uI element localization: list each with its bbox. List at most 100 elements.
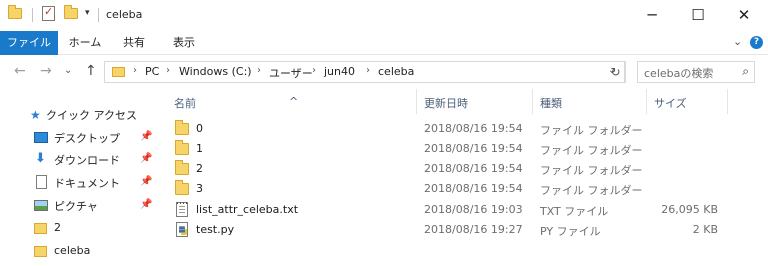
file-row-1[interactable]: 1 2018/08/16 19:54 ファイル フォルダー (166, 139, 768, 159)
file-name: 0 (196, 122, 203, 135)
file-type: TXT ファイル (540, 205, 609, 218)
folder-icon (175, 120, 189, 135)
tab-share[interactable]: 共有 (112, 31, 156, 55)
pin-icon[interactable]: 📌 (140, 199, 152, 210)
separator (98, 8, 99, 22)
folder-icon (175, 180, 189, 195)
breadcrumb-pc[interactable]: PC (145, 65, 159, 78)
pin-icon[interactable]: 📌 (140, 176, 152, 187)
download-icon: ⬇ (35, 151, 46, 166)
file-type: ファイル フォルダー (540, 164, 643, 177)
sidebar-item-label: ピクチャ (54, 200, 98, 213)
chevron-right-icon[interactable]: › (166, 65, 170, 76)
file-name: 3 (196, 182, 203, 195)
chevron-right-icon[interactable]: › (366, 65, 370, 76)
folder-icon (175, 140, 189, 155)
column-header-name[interactable]: ^ 名前 (166, 89, 416, 114)
file-date: 2018/08/16 19:54 (424, 182, 523, 195)
properties-icon[interactable] (42, 5, 55, 21)
navigation-bar: ← → ⌄ ↑ › PC › Windows (C:) › ユーザー › jun… (0, 55, 768, 89)
sidebar-item-pictures[interactable]: ピクチャ 📌 (0, 195, 158, 217)
sidebar-item-2[interactable]: 2 (0, 218, 158, 240)
file-list: ^ 名前 更新日時 種類 サイズ 0 2018/08/16 19:54 ファイル… (166, 89, 768, 266)
recent-locations-chevron-icon[interactable]: ⌄ (64, 65, 72, 76)
python-file-icon (176, 222, 188, 237)
file-row-test-py[interactable]: test.py 2018/08/16 19:27 PY ファイル 2 KB (166, 220, 768, 240)
tab-home[interactable]: ホーム (60, 31, 110, 55)
close-button[interactable]: ✕ (721, 0, 767, 30)
sidebar-item-label: 2 (54, 221, 61, 234)
file-row-3[interactable]: 3 2018/08/16 19:54 ファイル フォルダー (166, 179, 768, 199)
file-row-2[interactable]: 2 2018/08/16 19:54 ファイル フォルダー (166, 159, 768, 179)
forward-arrow-icon[interactable]: → (40, 63, 52, 79)
column-header-date[interactable]: 更新日時 (417, 89, 532, 114)
search-icon[interactable]: ⌕ (742, 64, 749, 79)
file-type: ファイル フォルダー (540, 124, 643, 137)
file-row-0[interactable]: 0 2018/08/16 19:54 ファイル フォルダー (166, 119, 768, 139)
tab-view[interactable]: 表示 (160, 31, 208, 55)
title-bar: ▾ celeba ─ ☐ ✕ (0, 0, 768, 31)
file-date: 2018/08/16 19:54 (424, 122, 523, 135)
sidebar-item-downloads[interactable]: ⬇ ダウンロード 📌 (0, 149, 158, 171)
help-icon[interactable]: ? (750, 36, 763, 49)
column-header-label: 種類 (540, 97, 562, 110)
sidebar-item-desktop[interactable]: デスクトップ 📌 (0, 127, 158, 149)
pin-icon[interactable]: 📌 (140, 131, 152, 142)
sort-ascending-icon: ^ (289, 95, 299, 108)
search-placeholder: celebaの検索 (644, 67, 714, 80)
sidebar-item-documents[interactable]: ドキュメント 📌 (0, 172, 158, 194)
sidebar-item-quick-access[interactable]: ★ クイック アクセス (0, 104, 158, 126)
back-arrow-icon[interactable]: ← (14, 63, 26, 79)
expand-ribbon-icon[interactable]: ⌄ (733, 35, 742, 48)
column-divider[interactable] (727, 89, 728, 114)
breadcrumb-celeba[interactable]: celeba (378, 65, 414, 78)
quick-access-toolbar-dropdown[interactable]: ▾ (85, 8, 90, 18)
column-header-label: サイズ (654, 97, 687, 110)
star-icon: ★ (30, 108, 41, 122)
chevron-right-icon[interactable]: › (133, 65, 137, 76)
minimize-button[interactable]: ─ (629, 0, 675, 30)
column-header-size[interactable]: サイズ (647, 89, 727, 114)
column-header-type[interactable]: 種類 (533, 89, 646, 114)
chevron-right-icon[interactable]: › (312, 65, 316, 76)
folder-icon (112, 67, 125, 77)
window-title: celeba (106, 8, 143, 21)
search-input[interactable]: celebaの検索 ⌕ (637, 61, 755, 83)
sidebar-item-label: ダウンロード (54, 154, 120, 167)
file-date: 2018/08/16 19:54 (424, 162, 523, 175)
folder-icon (34, 246, 47, 257)
file-type: PY ファイル (540, 225, 601, 238)
new-folder-icon[interactable] (64, 5, 78, 19)
chevron-right-icon[interactable]: › (257, 65, 261, 76)
ribbon: ファイル ホーム 共有 表示 ⌄ ? (0, 31, 768, 55)
refresh-button[interactable]: ↻ (607, 61, 625, 83)
file-type: ファイル フォルダー (540, 184, 643, 197)
maximize-button[interactable]: ☐ (675, 0, 721, 30)
breadcrumb-windows-c[interactable]: Windows (C:) (179, 65, 252, 78)
file-name: 2 (196, 162, 203, 175)
column-header-label: 更新日時 (424, 97, 468, 110)
breadcrumb-jun40[interactable]: jun40 (324, 65, 355, 78)
folder-icon (175, 160, 189, 175)
folder-icon (34, 223, 47, 234)
pin-icon[interactable]: 📌 (140, 153, 152, 164)
folder-icon (8, 5, 22, 19)
file-date: 2018/08/16 19:27 (424, 223, 523, 236)
file-row-list-attr-celeba[interactable]: list_attr_celeba.txt 2018/08/16 19:03 TX… (166, 200, 768, 220)
sidebar-item-label: ドキュメント (54, 177, 120, 190)
tab-file[interactable]: ファイル (0, 31, 58, 55)
breadcrumb-users[interactable]: ユーザー (269, 65, 313, 81)
desktop-icon (34, 132, 48, 143)
file-date: 2018/08/16 19:54 (424, 142, 523, 155)
sidebar-item-celeba[interactable]: celeba (0, 241, 158, 263)
sidebar-item-label: celeba (54, 244, 91, 257)
up-arrow-icon[interactable]: ↑ (85, 63, 97, 79)
address-bar[interactable]: › PC › Windows (C:) › ユーザー › jun40 › cel… (104, 61, 626, 83)
text-file-icon (176, 202, 188, 217)
sidebar-item-label: デスクトップ (54, 132, 120, 145)
sidebar-item-label: クイック アクセス (46, 109, 137, 122)
file-name: test.py (196, 223, 235, 236)
file-size: 26,095 KB (661, 203, 718, 216)
document-icon (36, 175, 47, 189)
file-name: 1 (196, 142, 203, 155)
